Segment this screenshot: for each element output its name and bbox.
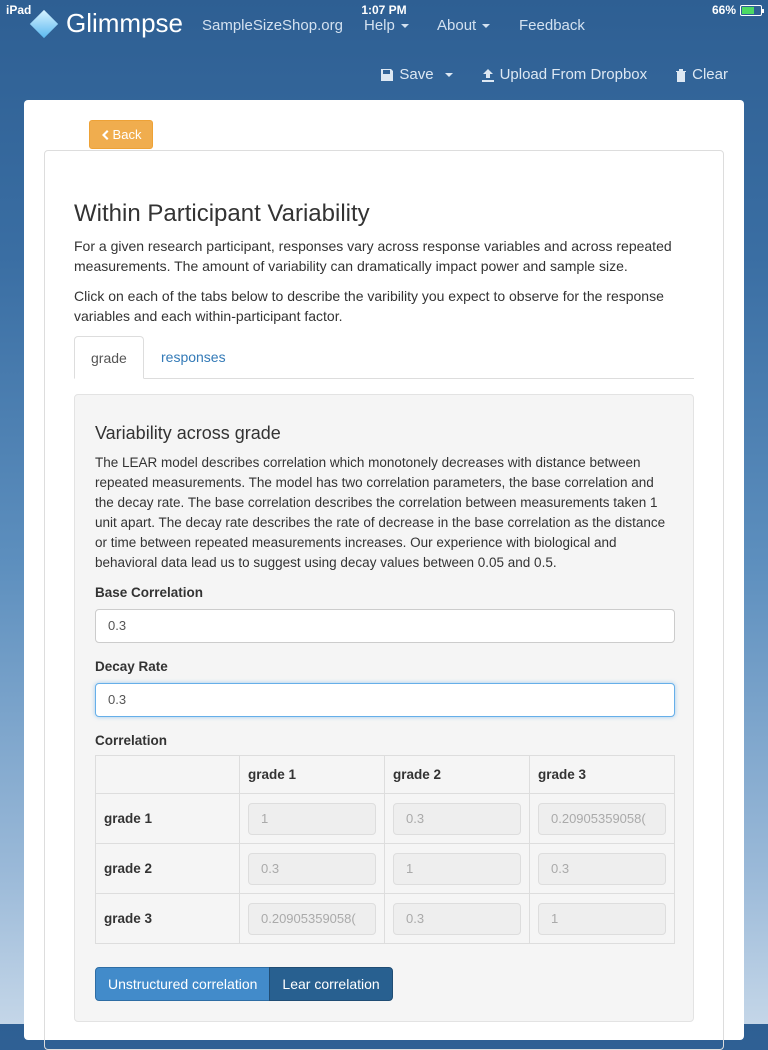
table-row: grade 1 1 0.3 0.20905359058(	[95, 793, 675, 844]
nav-link-about-label: About	[437, 17, 477, 34]
nav-link-samplesizeshop[interactable]: SampleSizeShop.org	[202, 17, 343, 34]
main-card: Back Within Participant Variability For …	[24, 100, 744, 1050]
correlation-cell: 0.3	[538, 852, 666, 885]
correlation-cell: 0.20905359058(	[538, 802, 666, 835]
chevron-left-icon	[101, 129, 109, 140]
upload-icon	[481, 68, 494, 82]
correlation-cell: 1	[538, 902, 666, 935]
nav-link-feedback[interactable]: Feedback	[519, 17, 585, 34]
caret-down-icon	[400, 24, 409, 29]
unstructured-correlation-button[interactable]: Unstructured correlation	[95, 967, 271, 1001]
save-menu[interactable]: Save	[380, 66, 453, 83]
row-header: grade 2	[95, 843, 240, 894]
instructions-text: Click on each of the tabs below to descr…	[74, 288, 664, 324]
trash-icon	[676, 68, 687, 82]
caret-down-icon	[444, 72, 453, 77]
floppy-disk-icon	[381, 68, 394, 81]
intro-text: For a given research participant, respon…	[74, 238, 672, 274]
navbar: Glimmpse SampleSizeShop.org Help About F…	[0, 8, 768, 44]
base-correlation-label: Base Correlation	[95, 585, 204, 600]
table-row: grade 2 0.3 1 0.3	[95, 843, 675, 894]
correlation-cell: 0.3	[248, 852, 376, 885]
correlation-cell: 1	[248, 802, 376, 835]
column-header: grade 2	[384, 755, 530, 794]
back-label: Back	[112, 127, 142, 142]
correlation-cell: 0.3	[393, 802, 521, 835]
section-description: The LEAR model describes correlation whi…	[95, 455, 666, 570]
decay-rate-input[interactable]: 0.3	[95, 683, 675, 717]
row-header: grade 3	[95, 893, 240, 944]
clear-label: Clear	[692, 66, 728, 83]
brand-link[interactable]: Glimmpse	[29, 8, 184, 39]
correlation-label: Correlation	[95, 733, 168, 748]
nav-link-help[interactable]: Help	[364, 17, 409, 34]
page-title: Within Participant Variability	[74, 200, 370, 227]
tab-responses[interactable]: responses	[145, 336, 242, 378]
column-header: grade 3	[529, 755, 675, 794]
upload-label: Upload From Dropbox	[499, 66, 648, 83]
table-row: grade 3 0.20905359058( 0.3 1	[95, 893, 675, 944]
clear-button[interactable]: Clear	[675, 66, 728, 83]
correlation-type-toggle: Unstructured correlation Lear correlatio…	[95, 967, 393, 1001]
back-button[interactable]: Back	[89, 120, 153, 149]
brand-name: Glimmpse	[66, 8, 184, 38]
toolbar: Save Upload From Dropbox Clear	[380, 66, 728, 83]
save-label: Save	[399, 66, 434, 83]
base-correlation-input[interactable]: 0.3	[95, 609, 675, 643]
tab-grade[interactable]: grade	[74, 336, 144, 379]
table-corner	[95, 755, 240, 794]
correlation-cell: 1	[393, 852, 521, 885]
correlation-cell: 0.20905359058(	[248, 902, 376, 935]
nav-link-help-label: Help	[364, 17, 395, 34]
caret-down-icon	[482, 24, 491, 29]
decay-rate-label: Decay Rate	[95, 659, 168, 674]
table-header-row: grade 1 grade 2 grade 3	[95, 755, 675, 794]
nav-link-about[interactable]: About	[437, 17, 491, 34]
row-header: grade 1	[95, 793, 240, 844]
correlation-table: grade 1 grade 2 grade 3 grade 1 1 0.3 0.…	[95, 755, 675, 944]
correlation-cell: 0.3	[393, 902, 521, 935]
column-header: grade 1	[239, 755, 385, 794]
variability-section: Variability across grade The LEAR model …	[74, 394, 694, 1022]
upload-dropbox-button[interactable]: Upload From Dropbox	[481, 66, 648, 83]
section-title: Variability across grade	[95, 423, 281, 443]
lear-correlation-button[interactable]: Lear correlation	[269, 967, 393, 1001]
factor-tabs: grade responses	[74, 336, 694, 379]
logo-icon	[29, 9, 59, 38]
